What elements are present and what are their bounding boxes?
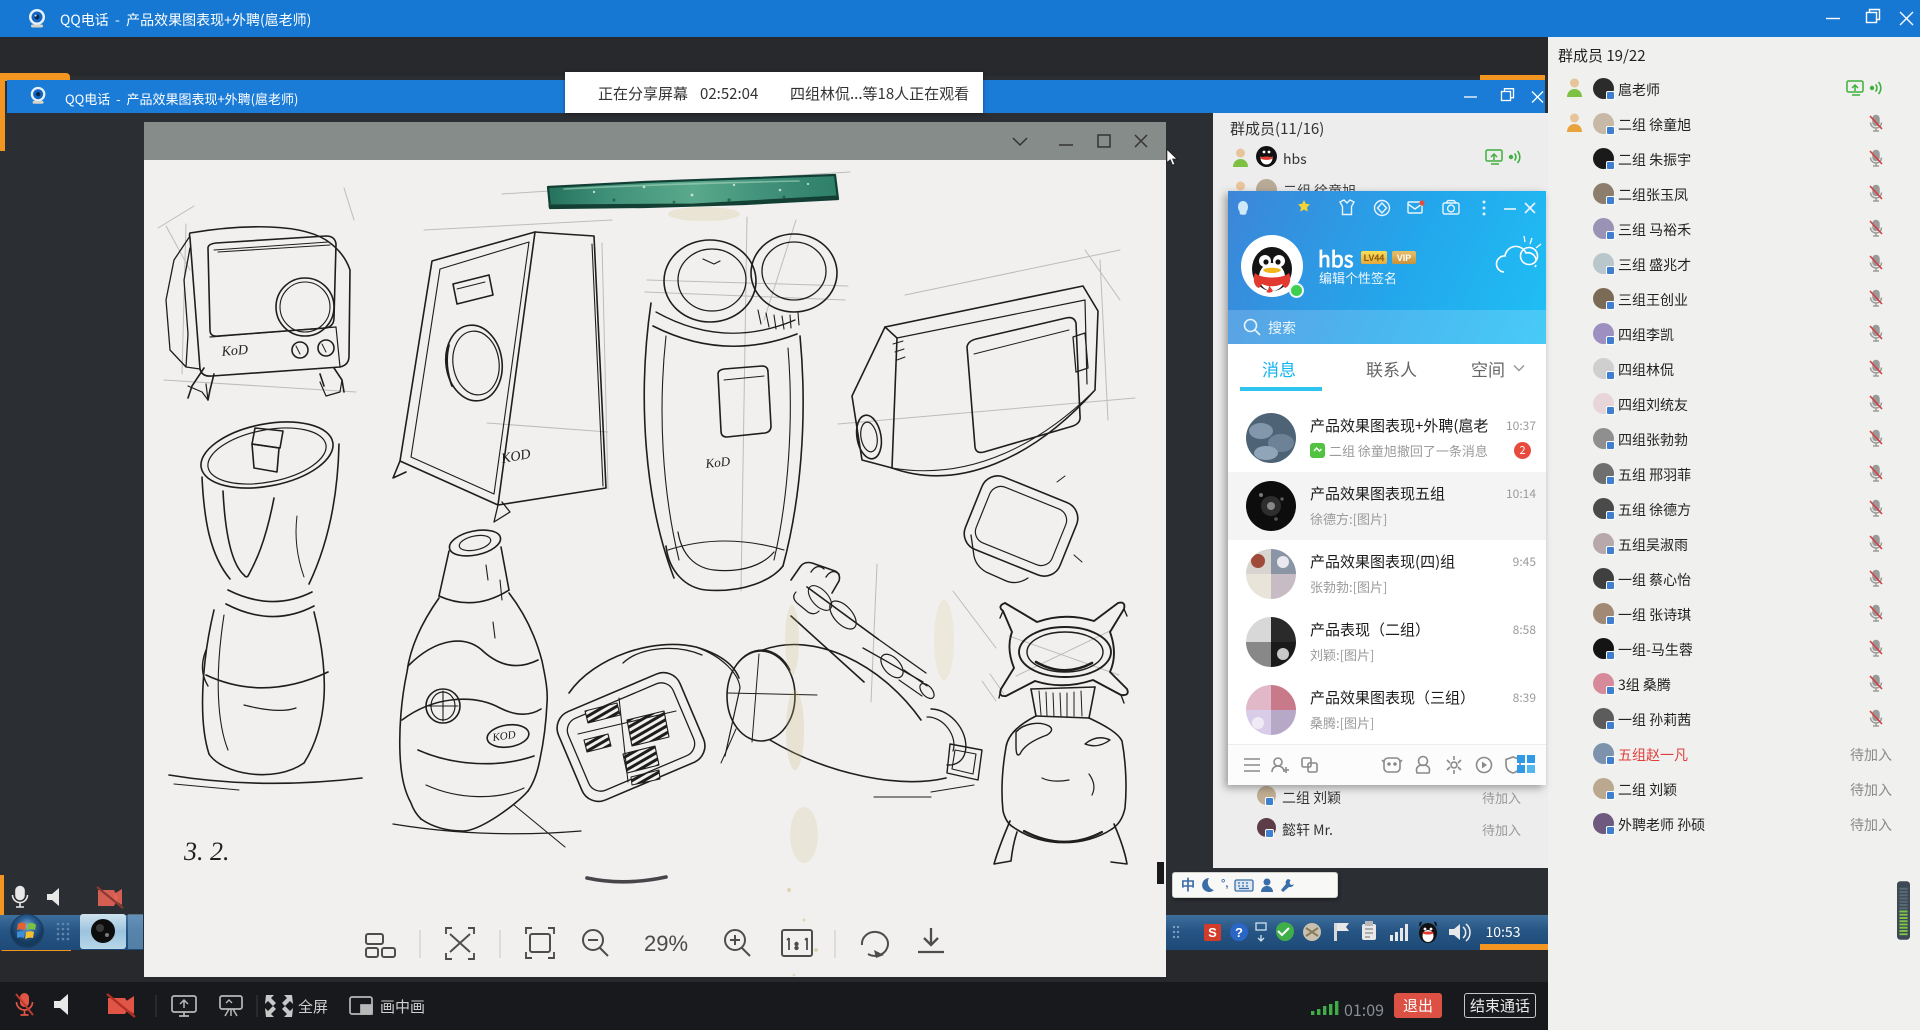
svg-text:?: ? — [1235, 925, 1243, 940]
svg-text:10:53: 10:53 — [1486, 922, 1521, 942]
svg-text:全屏: 全屏 — [298, 996, 328, 1017]
svg-text:KOD: KOD — [499, 447, 532, 467]
svg-text:S: S — [1208, 925, 1217, 940]
svg-text:°,: °, — [1221, 878, 1228, 890]
svg-text:29%: 29% — [644, 931, 688, 956]
svg-text:中: 中 — [1181, 875, 1195, 895]
svg-text:KoD: KoD — [704, 453, 732, 471]
svg-text:3. 2.: 3. 2. — [183, 837, 230, 866]
svg-text:KoD: KoD — [220, 343, 249, 360]
svg-text:画中画: 画中画 — [380, 996, 425, 1017]
svg-text:KOD: KOD — [491, 729, 517, 744]
